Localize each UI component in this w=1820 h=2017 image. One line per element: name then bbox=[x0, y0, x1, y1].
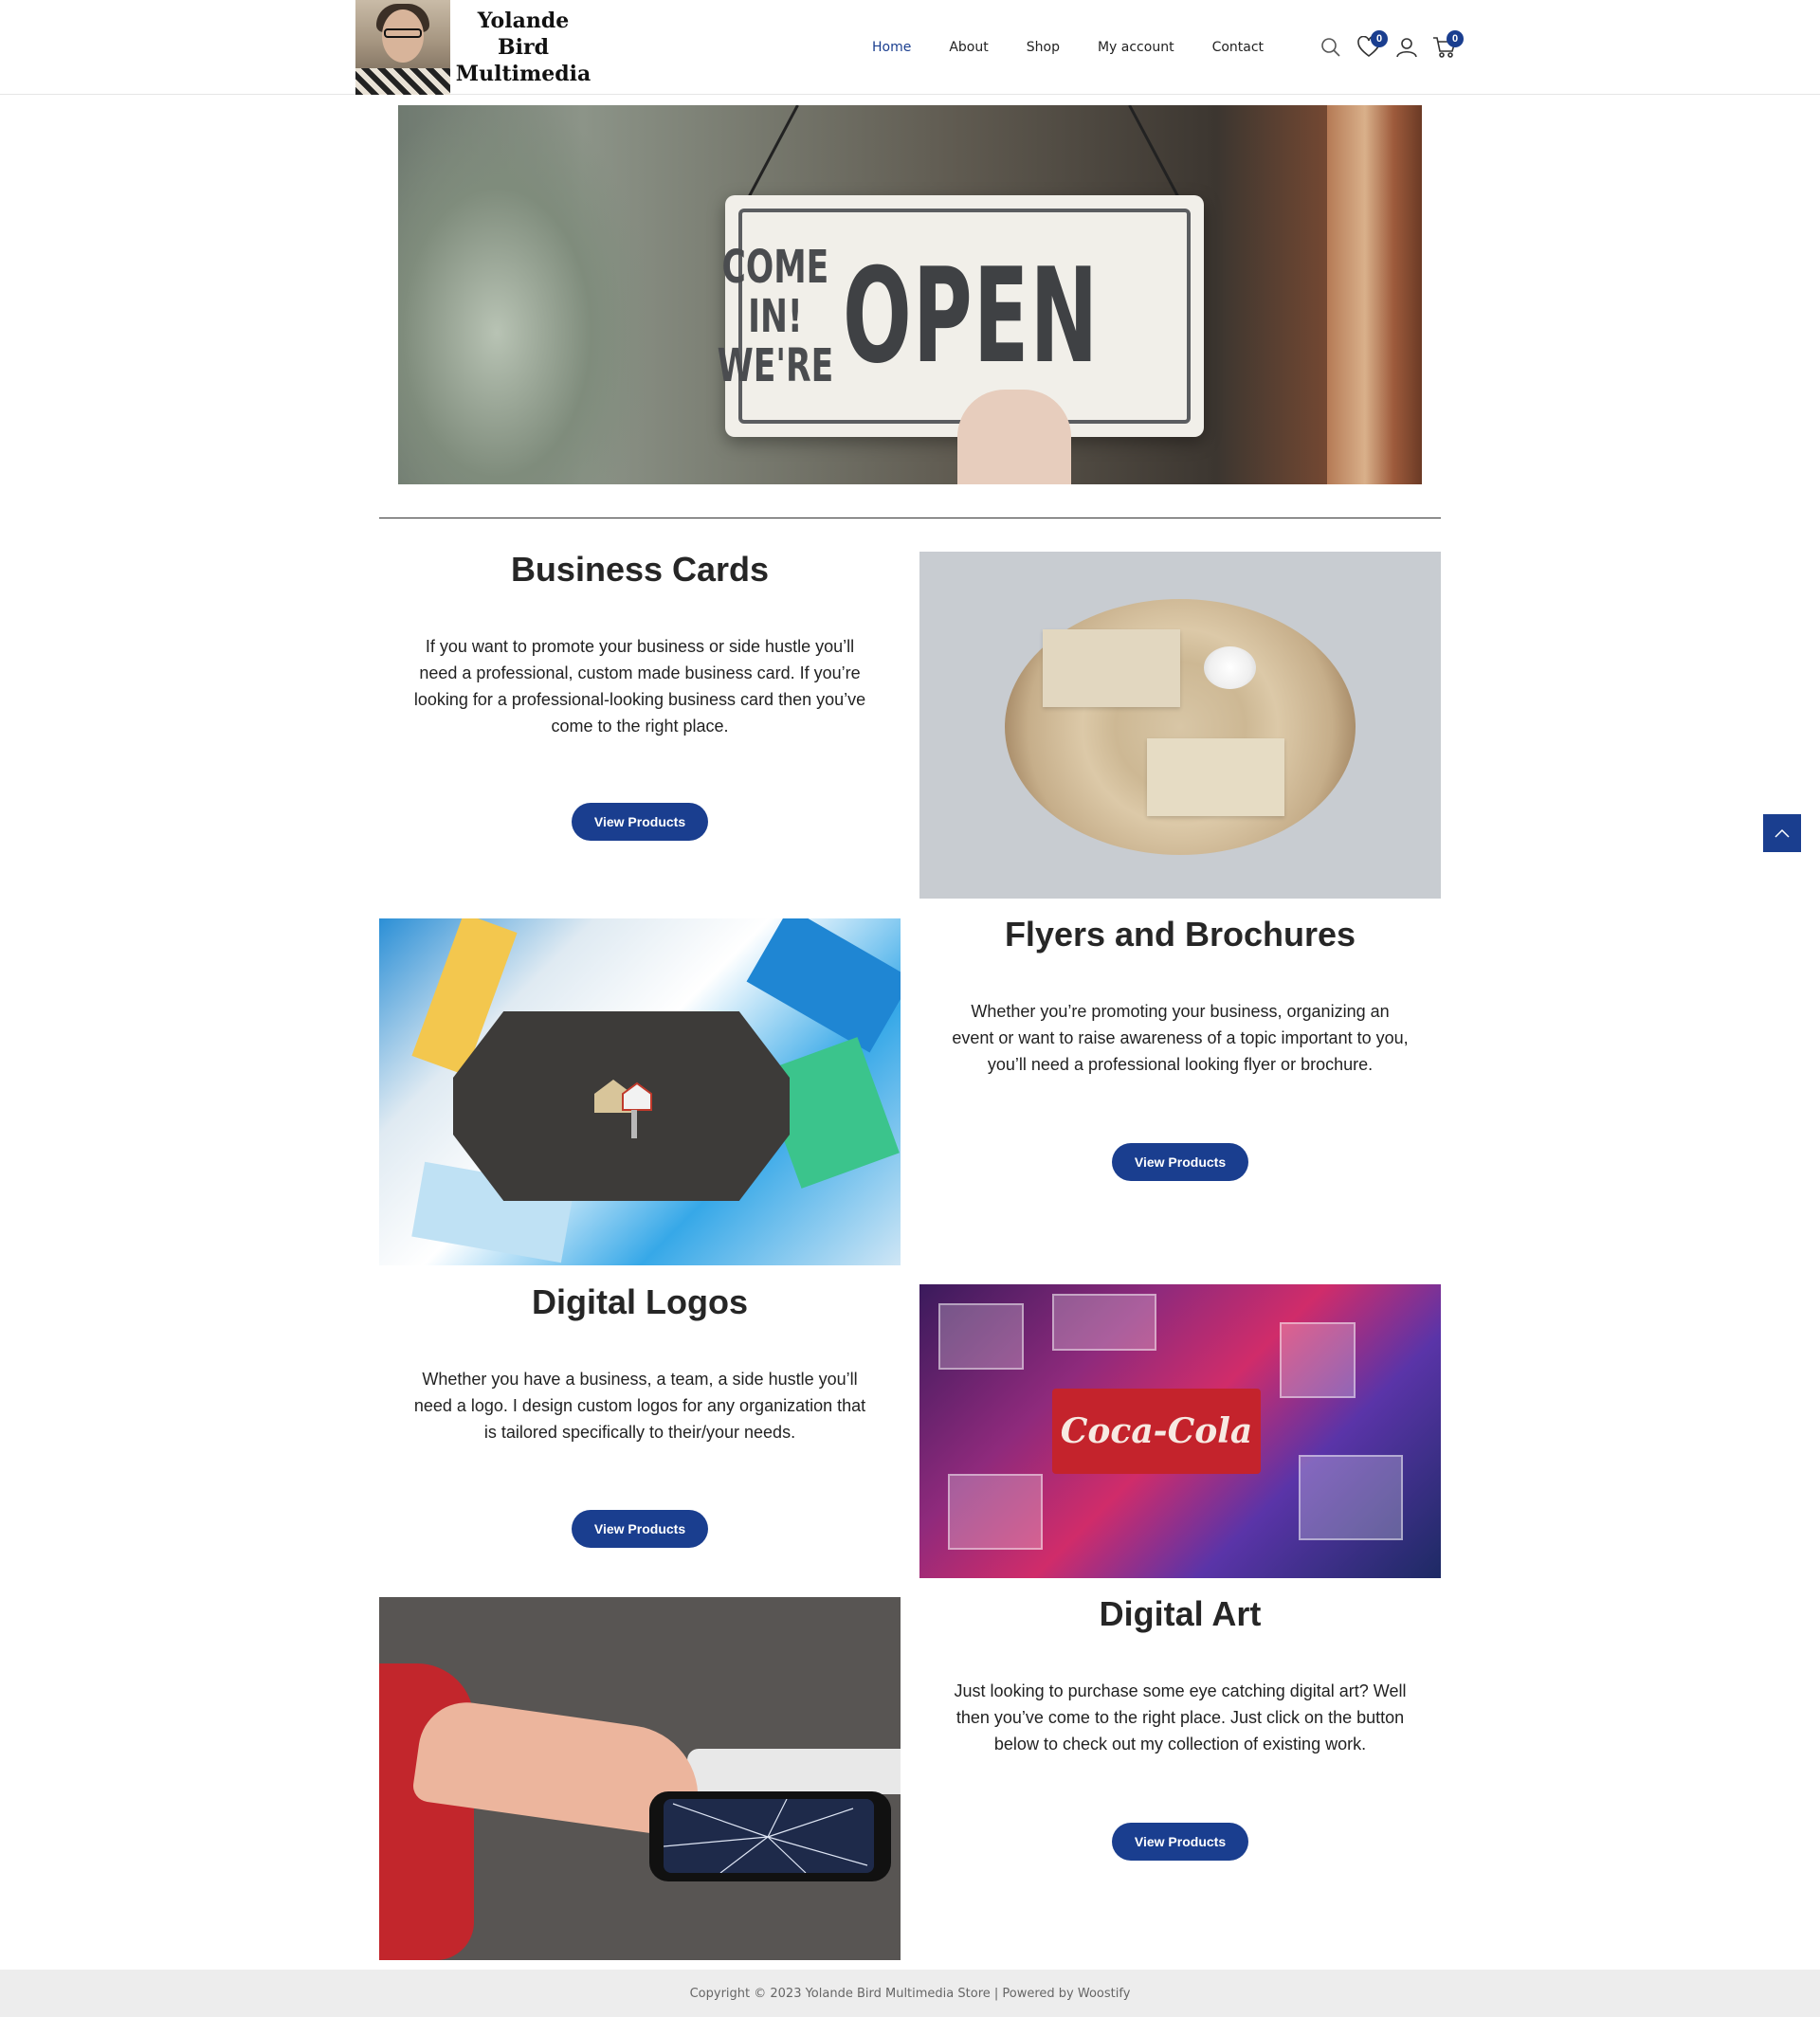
search-icon bbox=[1321, 38, 1340, 57]
logo-line-1: Yolande bbox=[477, 9, 570, 33]
house-key-icon bbox=[594, 1080, 652, 1138]
digital-logos-section: Digital Logos Whether you have a busines… bbox=[379, 1282, 901, 1445]
flyers-section: Flyers and Brochures Whether you’re prom… bbox=[919, 915, 1441, 1078]
digital-logos-view-products-button[interactable]: View Products bbox=[572, 1510, 708, 1548]
digital-art-view-products-button[interactable]: View Products bbox=[1112, 1823, 1248, 1861]
hero-image: COME IN! WE'RE OPEN bbox=[398, 105, 1422, 484]
flyers-title: Flyers and Brochures bbox=[1004, 915, 1356, 954]
chevron-up-icon bbox=[1774, 828, 1790, 838]
open-sign: COME IN! WE'RE OPEN bbox=[718, 195, 1204, 437]
wishlist-button[interactable]: 0 bbox=[1350, 28, 1388, 66]
main-nav: Home About Shop My account Contact bbox=[872, 0, 1301, 95]
business-cards-title: Business Cards bbox=[510, 550, 770, 589]
nav-my-account[interactable]: My account bbox=[1098, 40, 1174, 55]
flyers-text: Whether you’re promoting your business, … bbox=[952, 1002, 1409, 1074]
nav-about[interactable]: About bbox=[949, 40, 988, 55]
digital-logos-image: Coca-Cola bbox=[919, 1284, 1441, 1578]
sign-open-text: OPEN bbox=[843, 240, 1100, 392]
digital-logos-title: Digital Logos bbox=[532, 1282, 748, 1321]
logo-line-3: Multimedia bbox=[455, 62, 592, 86]
flyers-image bbox=[379, 918, 901, 1265]
nav-home[interactable]: Home bbox=[872, 40, 911, 55]
digital-art-section: Digital Art Just looking to purchase som… bbox=[919, 1594, 1441, 1757]
flyers-view-products-button[interactable]: View Products bbox=[1112, 1143, 1248, 1181]
site-logo[interactable]: Yolande Bird Multimedia bbox=[355, 0, 596, 95]
digital-logos-text: Whether you have a business, a team, a s… bbox=[413, 1370, 866, 1442]
site-header: Yolande Bird Multimedia Home About Shop … bbox=[0, 0, 1820, 95]
nav-shop[interactable]: Shop bbox=[1027, 40, 1060, 55]
cart-count-badge: 0 bbox=[1447, 30, 1464, 47]
logo-text: Yolande Bird Multimedia bbox=[450, 0, 596, 95]
footer-copyright: Copyright © 2023 Yolande Bird Multimedia… bbox=[689, 1986, 1131, 2001]
sign-line-1: COME IN! bbox=[721, 240, 829, 343]
business-cards-section: Business Cards If you want to promote yo… bbox=[379, 550, 901, 739]
logo-photo bbox=[355, 0, 450, 95]
digital-art-title: Digital Art bbox=[1099, 1594, 1262, 1633]
search-button[interactable] bbox=[1312, 28, 1350, 66]
wishlist-count-badge: 0 bbox=[1371, 30, 1388, 47]
logo-line-2: Bird bbox=[498, 35, 549, 60]
business-cards-image bbox=[919, 552, 1441, 899]
cart-button[interactable]: 0 bbox=[1426, 28, 1464, 66]
site-footer: Copyright © 2023 Yolande Bird Multimedia… bbox=[0, 1970, 1820, 2017]
digital-art-image bbox=[379, 1597, 901, 1960]
coca-cola-sign: Coca-Cola bbox=[1052, 1389, 1261, 1474]
business-cards-text: If you want to promote your business or … bbox=[413, 637, 866, 736]
business-cards-view-products-button[interactable]: View Products bbox=[572, 803, 708, 841]
nav-contact[interactable]: Contact bbox=[1212, 40, 1264, 55]
account-button[interactable] bbox=[1388, 28, 1426, 66]
back-to-top-button[interactable] bbox=[1763, 814, 1801, 852]
user-icon bbox=[1396, 38, 1417, 58]
cracked-screen-icon bbox=[664, 1799, 868, 1873]
sign-line-2: WE'RE bbox=[717, 338, 834, 392]
header-icons: 0 0 bbox=[1312, 28, 1464, 66]
digital-art-text: Just looking to purchase some eye catchi… bbox=[954, 1681, 1407, 1754]
